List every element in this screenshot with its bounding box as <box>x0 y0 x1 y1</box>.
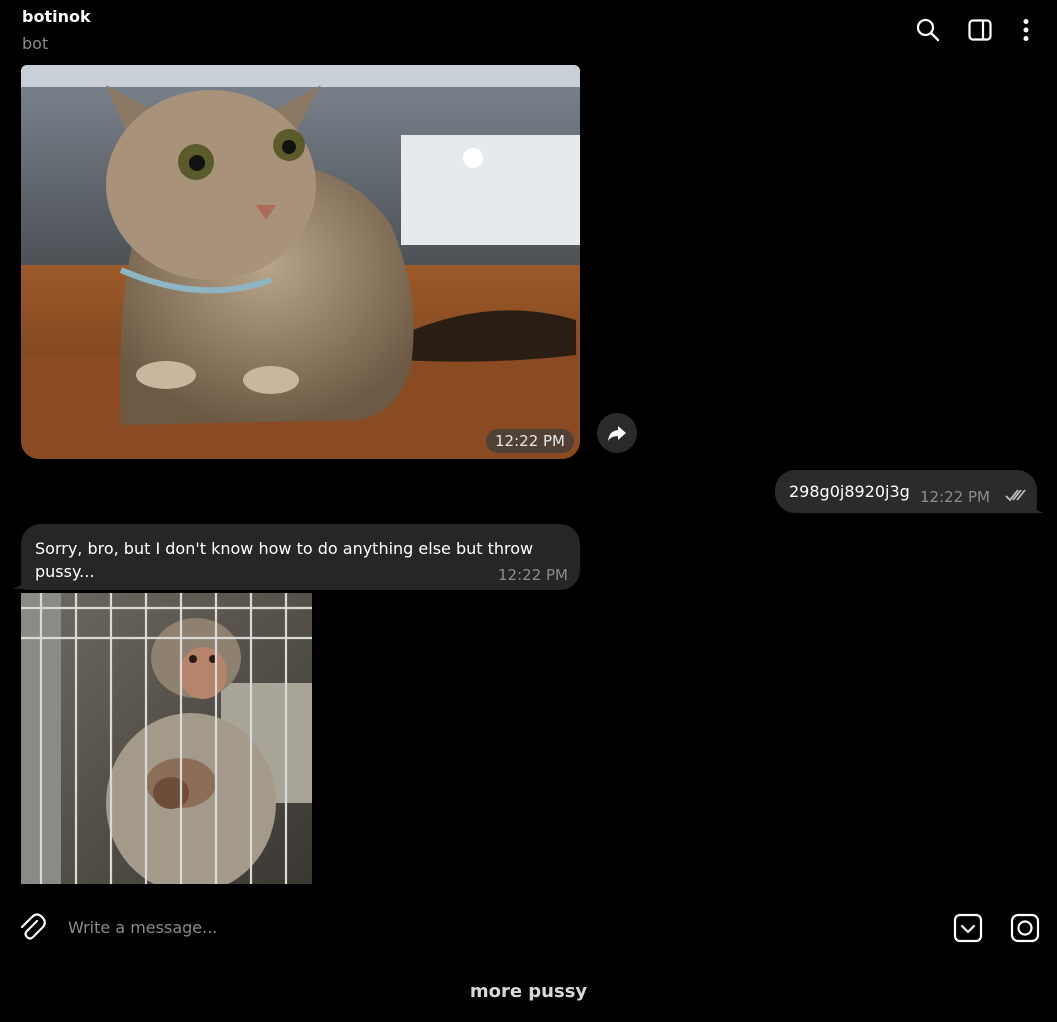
attach-button[interactable] <box>16 912 48 944</box>
monkey-photo <box>21 593 312 884</box>
incoming-message-bubble[interactable]: Sorry, bro, but I don't know how to do a… <box>21 524 580 590</box>
forward-button[interactable] <box>597 413 637 453</box>
cat-photo-message[interactable]: 12:22 PM <box>21 65 580 459</box>
keyboard-reply-button[interactable]: more pussy <box>0 970 1057 1012</box>
camera-button[interactable] <box>1009 912 1041 944</box>
message-input[interactable] <box>66 912 926 942</box>
message-composer <box>0 900 1057 956</box>
cat-photo <box>21 65 580 459</box>
incoming-message-time: 12:22 PM <box>498 566 568 584</box>
cat-photo-time: 12:22 PM <box>486 429 574 453</box>
incoming-bubble-tail <box>12 576 26 589</box>
paperclip-icon <box>20 913 46 940</box>
chat-title[interactable]: botinok <box>22 7 91 26</box>
more-menu-button[interactable] <box>1010 14 1042 46</box>
search-button[interactable] <box>912 14 944 46</box>
monkey-photo-message[interactable] <box>21 593 312 884</box>
bot-keyboard-button[interactable] <box>952 912 984 944</box>
sidebar-toggle-button[interactable] <box>964 14 996 46</box>
outgoing-message-text: 298g0j8920j3g <box>789 482 910 501</box>
more-vertical-icon <box>1023 19 1029 41</box>
chat-header: botinok bot <box>0 0 1057 62</box>
search-icon <box>916 18 940 42</box>
chat-status: bot <box>22 34 49 53</box>
sidebar-toggle-icon <box>968 19 992 41</box>
incoming-message-text: Sorry, bro, but I don't know how to do a… <box>35 539 534 581</box>
outgoing-message-bubble[interactable]: 298g0j8920j3g 12:22 PM <box>775 470 1037 513</box>
camera-icon <box>1010 913 1040 943</box>
double-check-icon <box>1005 489 1026 502</box>
outgoing-bubble-tail <box>1030 500 1044 513</box>
bot-keyboard-icon <box>953 913 983 943</box>
forward-arrow-icon <box>608 426 626 441</box>
outgoing-message-time: 12:22 PM <box>920 488 990 506</box>
